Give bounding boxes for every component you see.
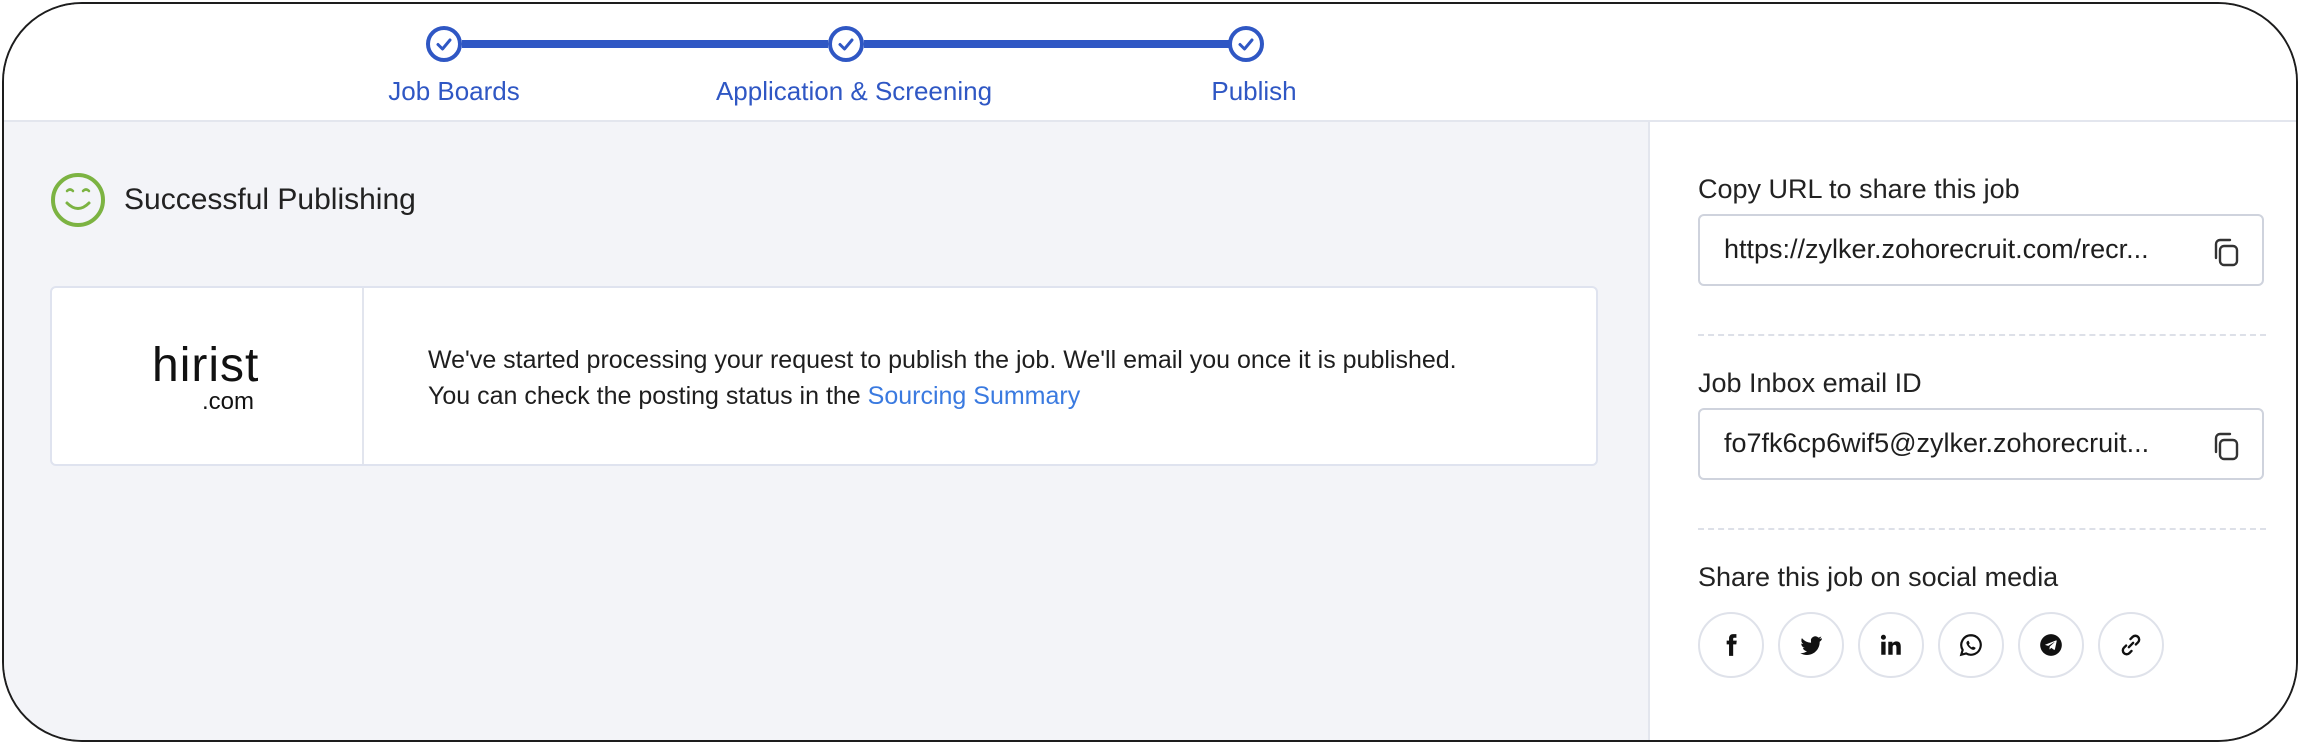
smiley-face-icon bbox=[51, 173, 105, 227]
share-url-field[interactable]: https://zylker.zohorecruit.com/recr... bbox=[1698, 214, 2264, 286]
step-check-icon bbox=[426, 26, 462, 62]
linkedin-share-button[interactable] bbox=[1858, 612, 1924, 678]
inbox-email-field[interactable]: fo7fk6cp6wif5@zylker.zohorecruit... bbox=[1698, 408, 2264, 480]
publish-message: We've started processing your request to… bbox=[428, 342, 1488, 414]
section-divider bbox=[1698, 334, 2266, 336]
share-panel: Copy URL to share this job https://zylke… bbox=[1648, 122, 2296, 740]
facebook-share-button[interactable] bbox=[1698, 612, 1764, 678]
progress-stepper: Job Boards Application & Screening Publi… bbox=[4, 4, 2296, 122]
telegram-icon bbox=[2040, 634, 2062, 656]
step-label-application-screening[interactable]: Application & Screening bbox=[716, 76, 992, 107]
job-board-card: hirist .com We've started processing you… bbox=[50, 286, 1598, 466]
step-connector bbox=[462, 40, 828, 48]
share-url-value: https://zylker.zohorecruit.com/recr... bbox=[1724, 234, 2149, 264]
inbox-email-label: Job Inbox email ID bbox=[1698, 368, 1922, 398]
whatsapp-icon bbox=[1959, 634, 1982, 657]
link-icon bbox=[2121, 634, 2141, 656]
job-board-logo: hirist .com bbox=[52, 288, 364, 464]
copy-link-button[interactable] bbox=[2098, 612, 2164, 678]
step-label-job-boards[interactable]: Job Boards bbox=[388, 76, 520, 107]
twitter-icon bbox=[1800, 636, 1822, 655]
copy-icon[interactable] bbox=[2210, 430, 2242, 462]
share-url-label: Copy URL to share this job bbox=[1698, 174, 2020, 204]
whatsapp-share-button[interactable] bbox=[1938, 612, 2004, 678]
linkedin-icon bbox=[1880, 634, 1901, 655]
step-connector bbox=[864, 40, 1238, 48]
status-title: Successful Publishing bbox=[124, 183, 416, 216]
sourcing-summary-link[interactable]: Sourcing Summary bbox=[868, 382, 1081, 410]
social-share-buttons bbox=[1698, 612, 2164, 678]
app-frame: Job Boards Application & Screening Publi… bbox=[2, 2, 2298, 742]
social-share-label: Share this job on social media bbox=[1698, 562, 2059, 592]
step-check-icon bbox=[828, 26, 864, 62]
telegram-share-button[interactable] bbox=[2018, 612, 2084, 678]
main-content: Successful Publishing hirist .com We've … bbox=[4, 122, 1648, 740]
logo-wordmark: hirist bbox=[152, 339, 260, 392]
section-divider bbox=[1698, 528, 2266, 530]
step-check-icon bbox=[1228, 26, 1264, 62]
copy-icon[interactable] bbox=[2210, 236, 2242, 268]
step-label-publish[interactable]: Publish bbox=[1211, 76, 1296, 107]
logo-domain: .com bbox=[202, 388, 255, 415]
inbox-email-value: fo7fk6cp6wif5@zylker.zohorecruit... bbox=[1724, 428, 2150, 458]
twitter-share-button[interactable] bbox=[1778, 612, 1844, 678]
publish-status: Successful Publishing bbox=[50, 172, 416, 228]
facebook-icon bbox=[1726, 634, 1737, 656]
